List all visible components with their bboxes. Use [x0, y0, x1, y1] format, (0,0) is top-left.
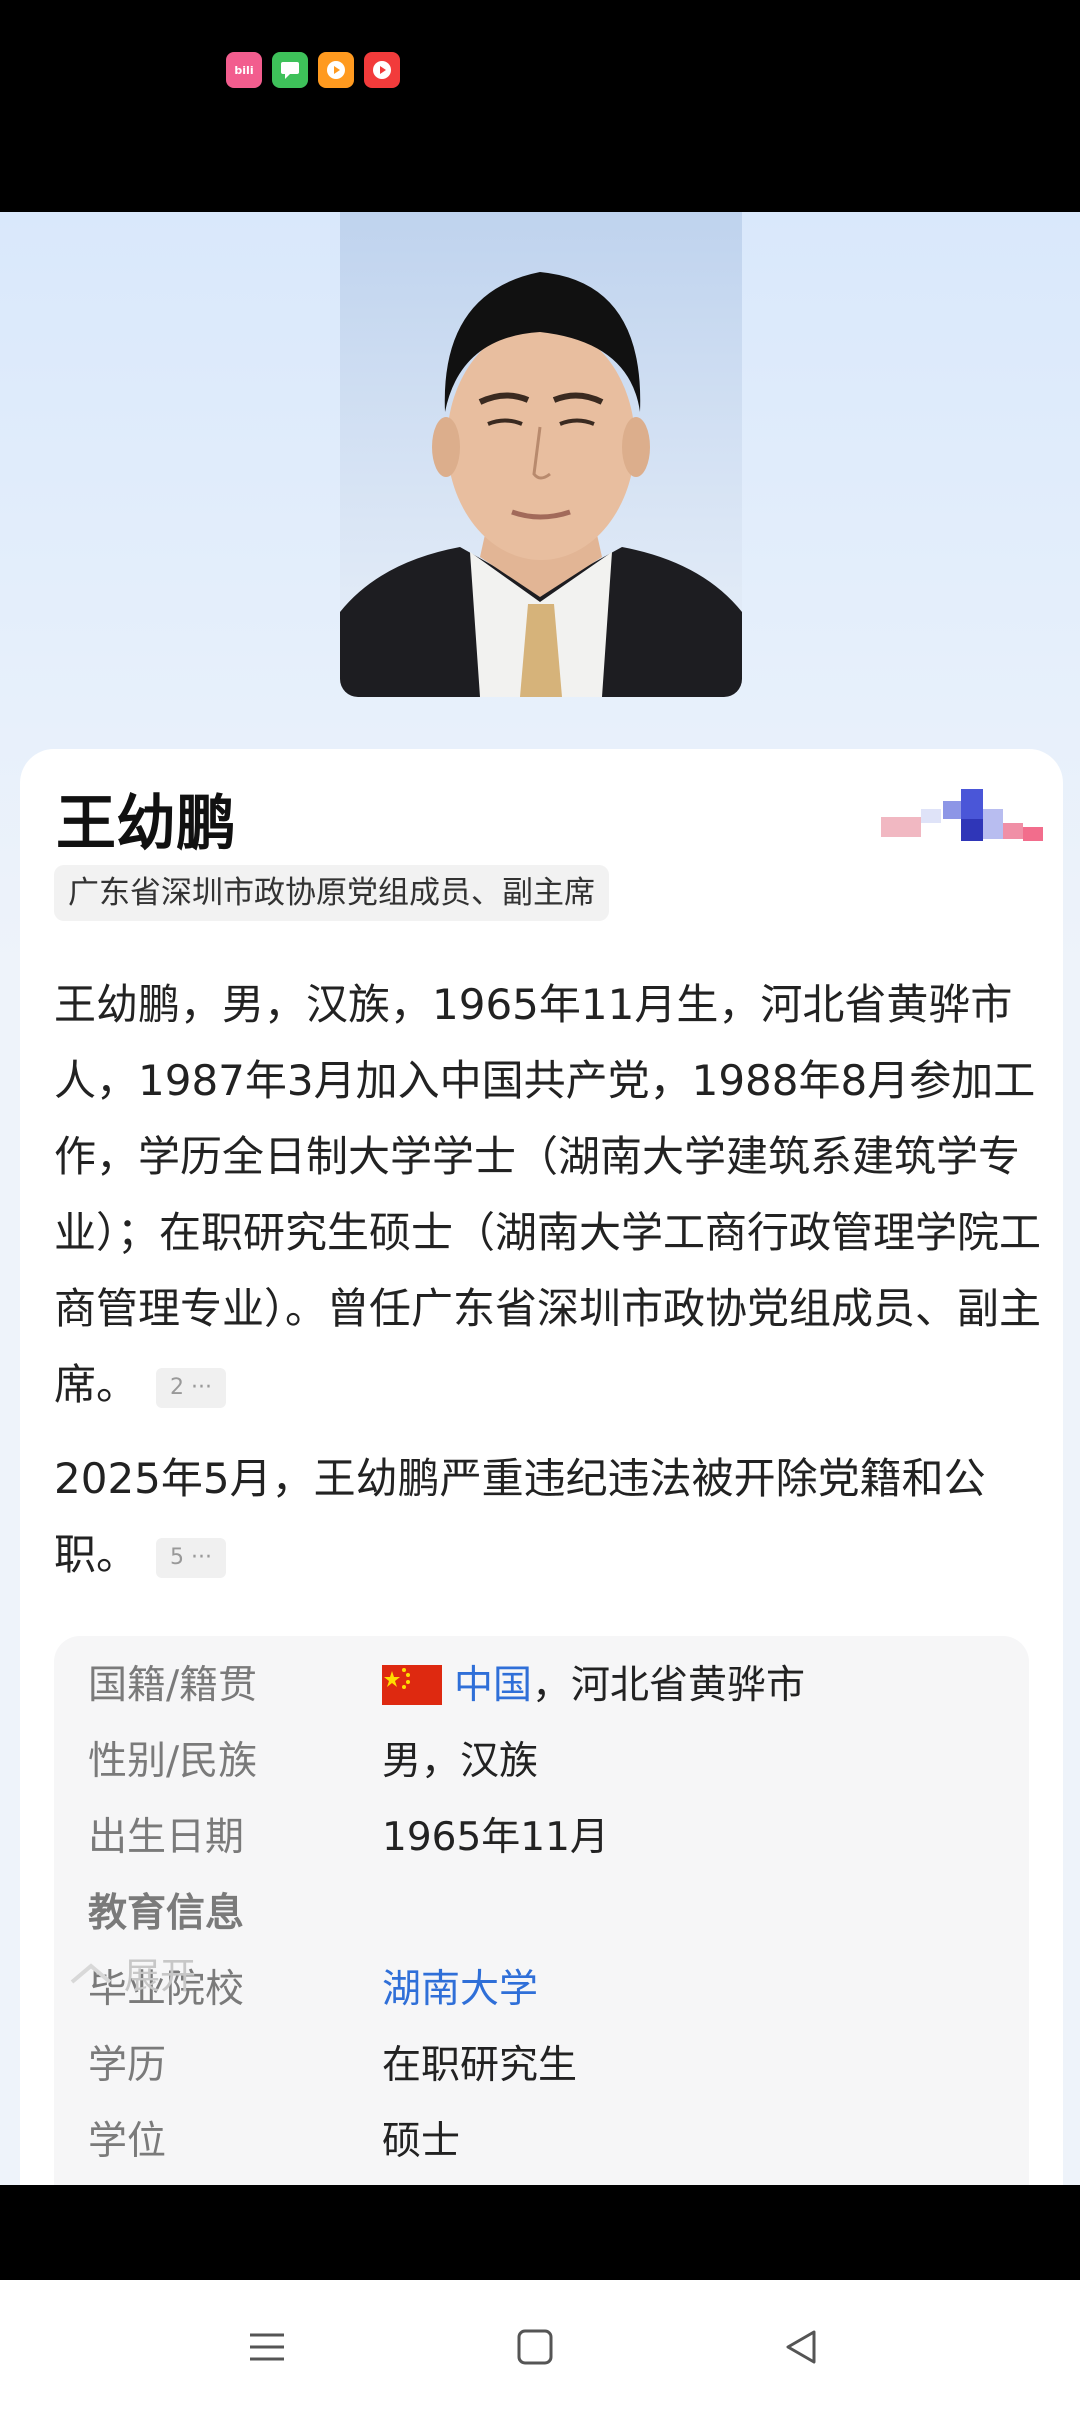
- info-value: 中国，河北省黄骅市: [382, 1656, 805, 1716]
- info-label: 学历: [88, 2043, 167, 2088]
- bilibili-icon: bili: [226, 52, 262, 88]
- messages-icon: [272, 52, 308, 88]
- info-label: 学位: [88, 2119, 167, 2164]
- expand-label: 展开: [124, 1956, 197, 1997]
- china-flag-icon: [382, 1664, 442, 1705]
- recents-button[interactable]: [244, 2324, 290, 2370]
- chevron-up-icon: [70, 1963, 112, 1984]
- info-value: 男，汉族: [382, 1739, 539, 1784]
- red-video-icon: [364, 52, 400, 88]
- info-label: 性别/民族: [88, 1739, 258, 1784]
- section-header: 教育信息: [88, 1891, 245, 1936]
- info-value: 在职研究生: [382, 2043, 578, 2088]
- reference-badge[interactable]: 2 ···: [156, 1367, 226, 1408]
- school-link[interactable]: 湖南大学: [382, 1967, 538, 2012]
- status-bar: bili: [0, 0, 1080, 212]
- info-label: 出生日期: [88, 1815, 245, 1860]
- position-tag: 广东省深圳市政协原党组成员、副主席: [54, 865, 609, 921]
- menu-icon: [250, 2333, 284, 2361]
- nationality-link[interactable]: 中国: [454, 1663, 532, 1708]
- portrait-photo: [340, 212, 742, 697]
- home-button[interactable]: [512, 2324, 558, 2370]
- back-button[interactable]: [778, 2324, 824, 2370]
- status-paragraph: 2025年5月，王幼鹏严重违纪违法被开除党籍和公职。 5 ···: [54, 1441, 1044, 1593]
- info-value: 1965年11月: [382, 1815, 609, 1860]
- system-nav-bar: [0, 2280, 1080, 2412]
- video-icon: [318, 52, 354, 88]
- square-icon: [517, 2329, 553, 2365]
- biography-text: 王幼鹏，男，汉族，1965年11月生，河北省黄骅市人，1987年3月加入中国共产…: [54, 980, 1042, 1409]
- info-value: 硕士: [382, 2119, 461, 2164]
- info-box: 国籍/籍贯 中国，河北省黄骅市 性别/民族 男，汉族 出生日期 1965年11月…: [54, 1636, 1029, 2185]
- screen-band: [0, 2185, 1080, 2280]
- article-content: 王幼鹏 广东省深圳市政协原党组成员、副主席 王幼鹏，男，汉族，1965年11月生…: [0, 212, 1080, 2185]
- expand-button[interactable]: 展开: [68, 1947, 196, 1999]
- biography-paragraph: 王幼鹏，男，汉族，1965年11月生，河北省黄骅市人，1987年3月加入中国共产…: [54, 967, 1044, 1423]
- info-label: 国籍/籍贯: [88, 1663, 258, 1708]
- pixelated-logo: [881, 789, 1043, 851]
- notification-icons: bili: [226, 52, 400, 88]
- back-triangle-icon: [786, 2330, 816, 2364]
- reference-badge[interactable]: 5 ···: [156, 1537, 226, 1578]
- person-name: 王幼鹏: [56, 789, 236, 859]
- nationality-rest: ，河北省黄骅市: [532, 1663, 806, 1708]
